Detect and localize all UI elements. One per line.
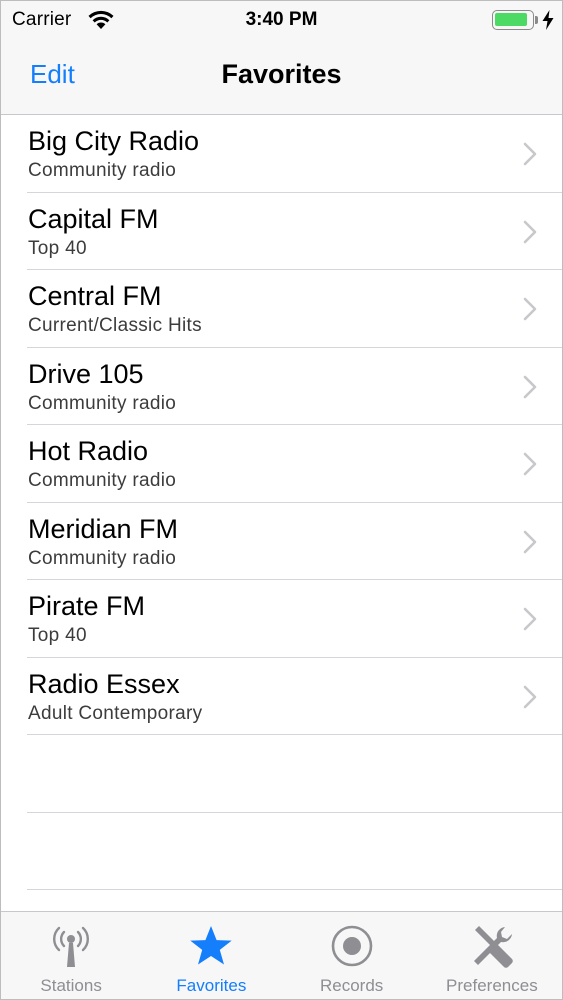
list-item[interactable]: Capital FM Top 40: [1, 193, 562, 271]
station-name: Capital FM: [28, 203, 159, 234]
battery-icon: [492, 10, 534, 30]
station-name: Big City Radio: [28, 126, 200, 156]
station-name: Central FM: [28, 281, 162, 311]
chevron-right-icon: [523, 375, 537, 398]
station-genre: Top 40: [28, 237, 87, 259]
chevron-right-icon: [523, 685, 537, 708]
record-icon: [331, 925, 372, 967]
station-genre: Adult Contemporary: [28, 702, 203, 724]
empty-row: [1, 735, 562, 813]
station-name: Radio Essex: [28, 668, 180, 699]
station-name: Meridian FM: [28, 513, 179, 544]
page-title: Favorites: [221, 59, 342, 89]
station-genre: Top 40: [28, 625, 87, 646]
tab-label: Records: [319, 976, 384, 995]
star-icon: [190, 926, 233, 965]
app-screen: Carrier 3:40 PM Edit Favorites Big City …: [0, 0, 563, 1000]
list-item[interactable]: Meridian FM Community radio: [1, 503, 562, 581]
station-genre: Community radio: [28, 547, 177, 569]
tab-bar: Stations Favorites Records Preferences: [1, 911, 562, 999]
tab-label: Favorites: [176, 976, 247, 995]
station-name: Drive 105: [28, 358, 144, 389]
station-name: Pirate FM: [28, 591, 146, 621]
tab-favorites[interactable]: Favorites: [141, 912, 281, 999]
tools-icon: [473, 926, 513, 968]
favorites-list: Big City Radio Community radio Capital F…: [1, 115, 562, 890]
chevron-right-icon: [523, 530, 537, 553]
tab-label: Stations: [40, 976, 102, 995]
list-item[interactable]: Radio Essex Adult Contemporary: [1, 658, 562, 736]
station-name: Hot Radio: [28, 436, 149, 466]
empty-row: [1, 813, 562, 891]
tab-stations[interactable]: Stations: [1, 912, 141, 999]
status-bar: Carrier 3:40 PM: [1, 1, 562, 41]
chevron-right-icon: [523, 220, 537, 243]
tab-label: Preferences: [446, 976, 538, 995]
charging-bolt-icon: [542, 10, 554, 30]
battery-cap: [535, 16, 538, 24]
tab-records[interactable]: Records: [282, 912, 422, 999]
navigation-bar: Edit Favorites: [1, 41, 562, 115]
list-item[interactable]: Hot Radio Community radio: [1, 425, 562, 503]
list-item[interactable]: Pirate FM Top 40: [1, 580, 562, 658]
station-genre: Community radio: [28, 470, 177, 491]
antenna-icon: [53, 926, 90, 967]
station-genre: Community radio: [28, 392, 177, 414]
edit-button[interactable]: Edit: [30, 59, 75, 90]
chevron-right-icon: [523, 297, 537, 321]
list-item[interactable]: Drive 105 Community radio: [1, 348, 562, 426]
chevron-right-icon: [523, 142, 537, 166]
station-genre: Community radio: [28, 160, 177, 181]
station-genre: Current/Classic Hits: [28, 315, 202, 336]
tab-preferences[interactable]: Preferences: [422, 912, 562, 999]
clock: 3:40 PM: [245, 9, 318, 30]
list-item[interactable]: Big City Radio Community radio: [1, 115, 562, 193]
list-item[interactable]: Central FM Current/Classic Hits: [1, 270, 562, 348]
chevron-right-icon: [523, 607, 537, 631]
chevron-right-icon: [523, 452, 537, 476]
battery-fill: [495, 13, 527, 26]
